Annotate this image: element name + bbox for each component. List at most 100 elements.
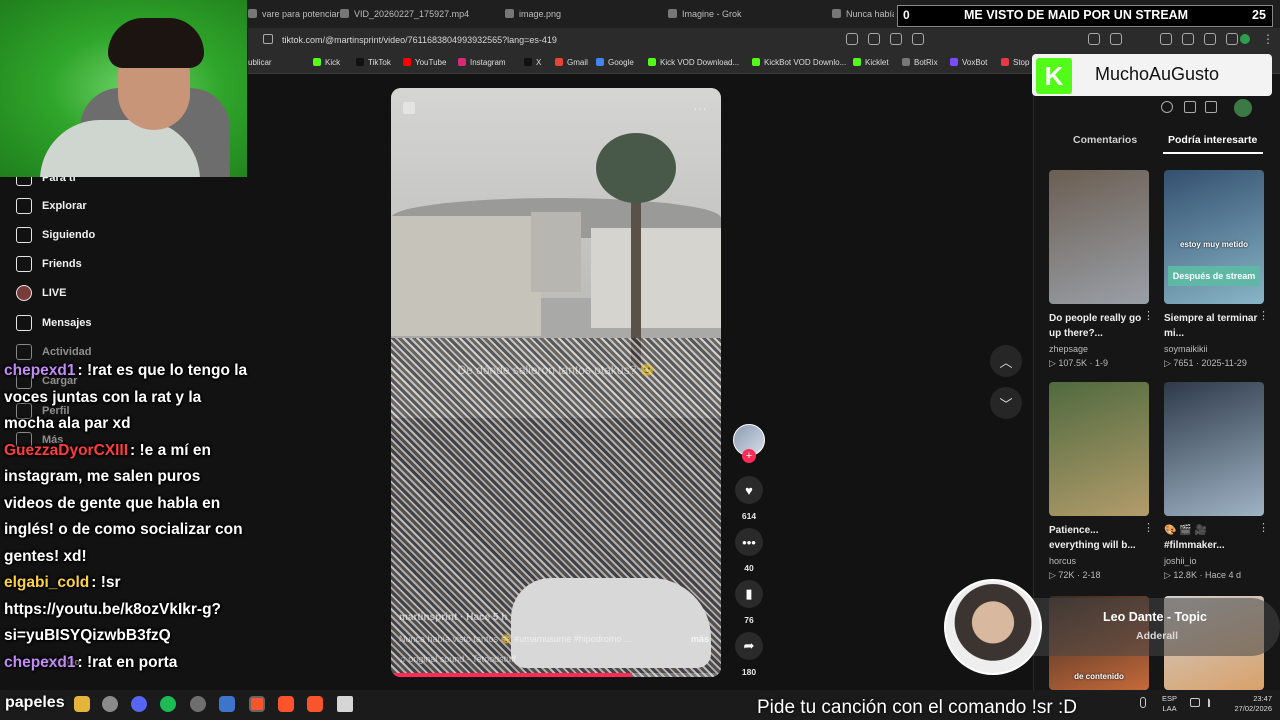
play-count-icon: ▷	[1049, 570, 1059, 580]
previous-video-button[interactable]: ︿	[990, 345, 1022, 377]
obs-icon[interactable]	[102, 696, 118, 712]
explore-icon[interactable]	[1161, 101, 1173, 113]
tab-podria-interesarte[interactable]: Podría interesarte	[1168, 134, 1257, 146]
steam-icon[interactable]	[190, 696, 206, 712]
language-layout: LAA	[1162, 704, 1177, 713]
bookmark-item[interactable]: KickBot VOD Downlo...	[752, 56, 846, 70]
browser-tab[interactable]: Nunca había visto tantos	[832, 4, 894, 24]
bookmark-item[interactable]: Kick VOD Download...	[648, 56, 739, 70]
language-indicator[interactable]: ESP LAA	[1162, 694, 1177, 714]
more-options-icon[interactable]: ⋮	[1143, 309, 1154, 322]
phone-icon[interactable]	[1184, 101, 1196, 113]
recommended-video-meta: ▷ 12.8K · Hace 4 d	[1164, 568, 1241, 582]
chat-message: GuezzaDyorCXIII: !e a mí en instagram, m…	[4, 438, 248, 571]
bookmark-favicon-icon	[950, 58, 958, 66]
microphone-icon[interactable]	[1140, 697, 1146, 708]
discord-icon[interactable]	[131, 696, 147, 712]
url-text[interactable]: tiktok.com/@martinsprint/video/761168380…	[282, 32, 557, 48]
site-info-icon[interactable]	[263, 34, 273, 44]
volume-icon[interactable]	[403, 102, 415, 114]
notepad-icon[interactable]	[337, 696, 353, 712]
wallet-icon[interactable]	[1182, 33, 1194, 45]
video-progress-bar[interactable]	[391, 673, 721, 677]
app-icon[interactable]	[219, 696, 235, 712]
brave-beta-icon[interactable]	[278, 696, 294, 712]
sidebar-item-mensajes[interactable]: Mensajes	[16, 313, 92, 333]
bookmark-item[interactable]: Instagram	[458, 56, 506, 70]
bookmark-item[interactable]: Google	[596, 56, 634, 70]
brave-icon[interactable]	[249, 696, 265, 712]
spotify-icon[interactable]	[160, 696, 176, 712]
sidebar-item-label: Actividad	[42, 346, 92, 358]
follow-plus-icon[interactable]: +	[742, 449, 756, 463]
like-icon[interactable]: ♥	[735, 476, 763, 504]
chat-message: elgabi_cold: !sr https://youtu.be/k8ozVk…	[4, 570, 248, 650]
following-icon	[16, 227, 32, 243]
menu-icon[interactable]: ⋮	[1262, 32, 1274, 46]
bookmark-item[interactable]: Gmail	[555, 56, 588, 70]
video-sound[interactable]: ♫ original sound - Tetoodstuff	[399, 654, 516, 664]
browser-tab[interactable]: Imagine - Grok	[668, 4, 818, 24]
clock[interactable]: 23:47 27/02/2026	[1226, 694, 1272, 714]
more-options-icon[interactable]: ⋮	[1258, 309, 1269, 322]
bookmark-item[interactable]: ublicar	[248, 56, 272, 70]
sidebar-icon[interactable]	[1160, 33, 1172, 45]
recommended-video-author[interactable]: joshii_io	[1164, 554, 1197, 568]
cast-icon[interactable]	[890, 33, 902, 45]
browser-tab[interactable]: image.png	[505, 4, 655, 24]
recommended-video-thumbnail[interactable]: estoy muy metido Después de stream	[1164, 170, 1264, 304]
bookmark-favicon-icon	[1001, 58, 1009, 66]
file-explorer-icon[interactable]	[74, 696, 90, 712]
bookmark-item[interactable]: TikTok	[356, 56, 391, 70]
heart-icon[interactable]	[1204, 33, 1216, 45]
video-player[interactable]: ··· De dónde salieron tantos otakus? 🙂 m…	[391, 88, 721, 677]
recommended-video-title[interactable]: 🎨 🎬 🎥 #filmmaker...	[1164, 523, 1258, 553]
screenshot-icon[interactable]	[1110, 33, 1122, 45]
comment-icon[interactable]: •••	[735, 528, 763, 556]
profile-icon[interactable]	[1240, 34, 1250, 44]
recommended-video-thumbnail[interactable]	[1049, 382, 1149, 516]
bookmark-icon[interactable]: ▮	[735, 580, 763, 608]
more-options-icon[interactable]: ⋮	[1143, 521, 1154, 534]
recommended-video-title[interactable]: Siempre al terminar mi...	[1164, 311, 1258, 341]
share-icon[interactable]	[912, 33, 924, 45]
brave-nightly-icon[interactable]	[307, 696, 323, 712]
translate-icon[interactable]	[868, 33, 880, 45]
reader-icon[interactable]	[846, 33, 858, 45]
recommended-video-author[interactable]: soymaikikii	[1164, 342, 1208, 356]
bookmark-item[interactable]: YouTube	[403, 56, 446, 70]
recommended-video-title[interactable]: Patience... everything will b...	[1049, 523, 1143, 553]
bookmark-item[interactable]: Stop	[1001, 56, 1029, 70]
bookmark-item[interactable]: BotRix	[902, 56, 938, 70]
more-options-icon[interactable]: ⋮	[1258, 521, 1269, 534]
see-more-link[interactable]: más	[691, 634, 709, 644]
recommended-video-author[interactable]: zhepsage	[1049, 342, 1088, 356]
sidebar-item-live[interactable]: LIVE	[16, 283, 66, 303]
bookmark-item[interactable]: X	[524, 56, 541, 70]
download-icon[interactable]	[1226, 33, 1238, 45]
video-author[interactable]: martinsprint · Hace 5 h	[399, 612, 507, 623]
sidebar-item-siguiendo[interactable]: Siguiendo	[16, 225, 95, 245]
bookmark-item[interactable]: Kicklet	[853, 56, 889, 70]
recommended-video-author[interactable]: horcus	[1049, 554, 1076, 568]
bookmark-item[interactable]: VoxBot	[950, 56, 987, 70]
user-avatar[interactable]	[1234, 99, 1252, 117]
bookmark-label: VoxBot	[962, 58, 988, 67]
volume-tray-icon[interactable]	[1208, 698, 1218, 707]
download-app-icon[interactable]	[1205, 101, 1217, 113]
recommended-video-date: 2025-11-29	[1201, 358, 1247, 368]
network-icon[interactable]	[1190, 698, 1200, 707]
tab-label: vare para potenciar	[262, 9, 340, 19]
recommended-video-title[interactable]: Do people really go up there?...	[1049, 311, 1143, 341]
more-options-icon[interactable]: ···	[693, 100, 707, 116]
tab-comentarios[interactable]: Comentarios	[1073, 134, 1137, 146]
browser-tab[interactable]: VID_20260227_175927.mp4	[340, 4, 490, 24]
sidebar-item-explorar[interactable]: Explorar	[16, 196, 87, 216]
recommended-video-thumbnail[interactable]	[1164, 382, 1264, 516]
next-video-button[interactable]: ﹀	[990, 387, 1022, 419]
bookmark-item[interactable]: Kick	[313, 56, 340, 70]
recommended-video-thumbnail[interactable]	[1049, 170, 1149, 304]
sidebar-item-friends[interactable]: Friends	[16, 254, 82, 274]
share-arrow-icon[interactable]: ➦	[735, 632, 763, 660]
extensions-icon[interactable]	[1088, 33, 1100, 45]
